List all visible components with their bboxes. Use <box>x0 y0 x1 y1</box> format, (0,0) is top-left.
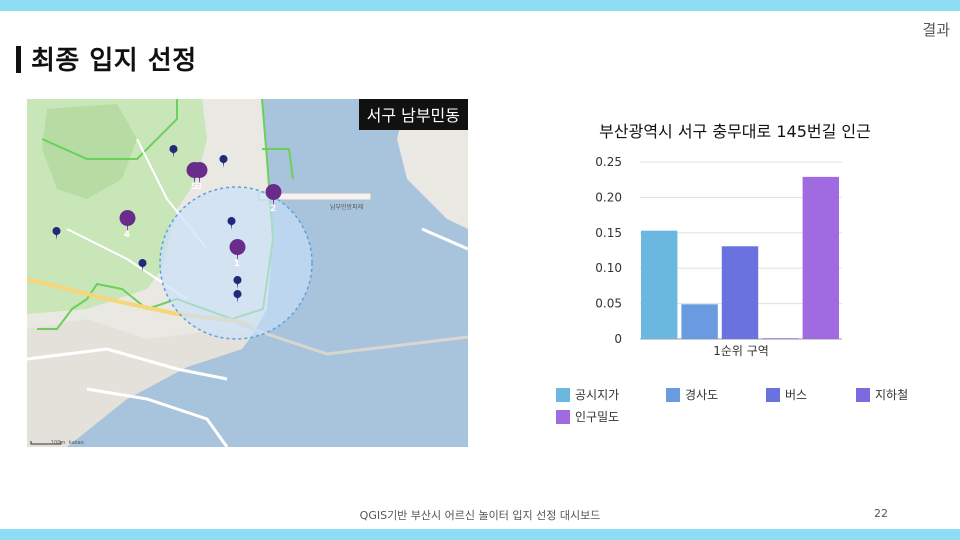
page-number: 22 <box>874 507 888 520</box>
svg-text:2: 2 <box>270 204 276 214</box>
legend-label: 지하철 <box>875 388 909 402</box>
legend-item[interactable]: 인구밀도 <box>556 408 619 425</box>
bar-2[interactable] <box>681 304 718 339</box>
legend-label: 경사도 <box>685 388 719 402</box>
bar-chart: 0 0.05 0.10 0.15 0.20 0.25 1순위 구역 <box>595 155 842 358</box>
street-east <box>421 227 468 251</box>
bar-1[interactable] <box>641 230 678 339</box>
legend-swatch <box>666 387 680 402</box>
bar-3[interactable] <box>721 246 759 339</box>
legend-label: 버스 <box>785 388 808 402</box>
y-tick-label: 0.15 <box>595 226 622 240</box>
title-accent-bar <box>16 46 21 73</box>
bar-4[interactable] <box>762 338 799 340</box>
map-attribution: kakao <box>69 440 84 446</box>
y-tick-label: 0.25 <box>595 155 622 169</box>
bar-5[interactable] <box>802 176 839 339</box>
legend-item[interactable]: 버스 <box>766 386 807 403</box>
x-category-label: 1순위 구역 <box>713 344 769 358</box>
land-area-south <box>27 319 253 447</box>
y-tick-label: 0.20 <box>595 190 622 204</box>
svg-text:5: 5 <box>191 182 197 192</box>
svg-text:1: 1 <box>234 259 240 269</box>
section-label: 결과 <box>922 21 950 39</box>
top-band <box>0 0 960 11</box>
page-title: 최종 입지 선정 <box>31 46 197 76</box>
legend-item[interactable]: 경사도 <box>666 386 718 403</box>
legend-swatch <box>856 387 870 402</box>
legend-swatch <box>556 409 570 424</box>
pier-label: 남부민방파제 <box>330 203 363 211</box>
legend-swatch <box>766 387 780 402</box>
legend-label: 공시지가 <box>575 388 620 402</box>
y-tick-label: 0.05 <box>595 297 622 311</box>
map-canvas: 남부민방파제 1 2 3 4 5 100m kakao <box>27 99 468 447</box>
legend-label: 인구밀도 <box>575 410 620 424</box>
y-tick-label: 0.10 <box>595 261 622 275</box>
scale-label: 100m <box>51 440 66 446</box>
y-tick-label: 0 <box>614 332 622 346</box>
chart-title: 부산광역시 서구 충무대로 145번길 인근 <box>599 122 871 141</box>
bottom-band <box>0 529 960 540</box>
svg-text:4: 4 <box>124 230 130 240</box>
legend-item[interactable]: 공시지가 <box>556 386 619 403</box>
legend-item[interactable]: 지하철 <box>856 386 908 403</box>
legend-swatch <box>556 387 570 402</box>
map-location-badge: 서구 남부민동 <box>358 99 468 130</box>
footer-text: QGIS기반 부산시 어르신 놀이터 입지 선정 대시보드 <box>359 509 601 522</box>
site-map[interactable]: 남부민방파제 1 2 3 4 5 100m kakao 서구 남부민동 <box>27 99 468 447</box>
